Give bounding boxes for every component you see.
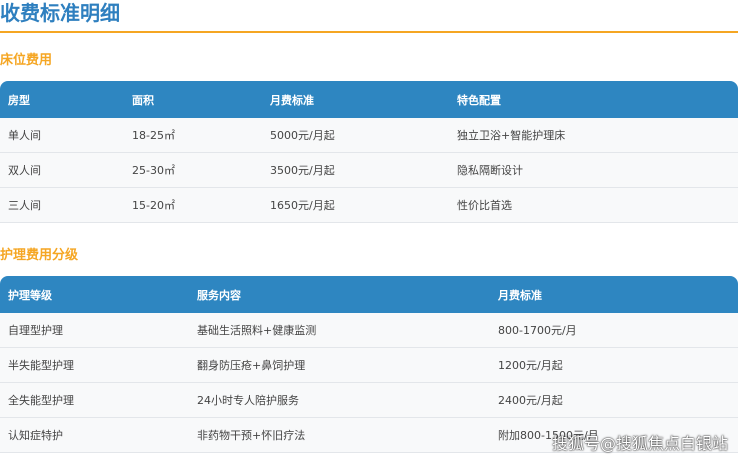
table-cell: 1650元/月起 [270,199,335,212]
column-header: 月费标准 [498,288,542,302]
table-header: 护理等级 服务内容 月费标准 [0,276,738,313]
table-cell: 1200元/月起 [498,359,563,372]
table-row: 三人间 15-20㎡ 1650元/月起 性价比首选 [0,188,738,223]
table-cell: 5000元/月起 [270,129,335,142]
table-row: 半失能型护理 翻身防压疮+鼻饲护理 1200元/月起 [0,348,738,383]
bed-fee-heading: 床位费用 [0,53,53,68]
table-row: 单人间 18-25㎡ 5000元/月起 独立卫浴+智能护理床 [0,118,738,153]
table-row: 全失能型护理 24小时专人陪护服务 2400元/月起 [0,383,738,418]
table-cell: 自理型护理 [8,324,63,337]
bed-fee-table: 房型 面积 月费标准 特色配置单人间 18-25㎡ 5000元/月起 独立卫浴+智能护理床双… [0,81,738,223]
table-cell: 基础生活照料+健康监测 [197,324,317,337]
table-cell: 双人间 [8,164,41,177]
table-row: 双人间 25-30㎡ 3500元/月起 隐私隔断设计 [0,153,738,188]
column-header: 房型 [8,93,30,107]
title-divider [0,31,738,33]
table-cell: 半失能型护理 [8,359,74,372]
table-cell: 800-1700元/月 [498,324,577,337]
table-cell: 认知症特护 [8,429,63,442]
table-cell: 2400元/月起 [498,394,563,407]
column-header: 月费标准 [270,93,314,107]
care-fee-table: 护理等级 服务内容 月费标准自理型护理 基础生活照料+健康监测 800-1700元/月半… [0,276,738,453]
page-title: 收费标准明细 [0,1,120,25]
care-fee-heading: 护理费用分级 [0,248,79,263]
table-cell: 25-30㎡ [132,164,175,177]
table-header: 房型 面积 月费标准 特色配置 [0,81,738,118]
table-cell: 性价比首选 [457,199,512,212]
watermark: 搜狐号@搜狐焦点白银站 [551,434,728,453]
table-cell: 三人间 [8,199,41,212]
column-header: 特色配置 [457,93,501,107]
table-row: 自理型护理 基础生活照料+健康监测 800-1700元/月 [0,313,738,348]
table-cell: 24小时专人陪护服务 [197,394,299,407]
table-cell: 全失能型护理 [8,394,74,407]
table-cell: 单人间 [8,129,41,142]
column-header: 护理等级 [8,288,52,302]
table-cell: 3500元/月起 [270,164,335,177]
table-cell: 18-25㎡ [132,129,175,142]
table-cell: 15-20㎡ [132,199,175,212]
table-cell: 隐私隔断设计 [457,164,523,177]
table-cell: 独立卫浴+智能护理床 [457,129,566,142]
column-header: 面积 [132,93,154,107]
column-header: 服务内容 [197,288,241,302]
table-cell: 翻身防压疮+鼻饲护理 [197,359,306,372]
table-cell: 非药物干预+怀旧疗法 [197,429,306,442]
